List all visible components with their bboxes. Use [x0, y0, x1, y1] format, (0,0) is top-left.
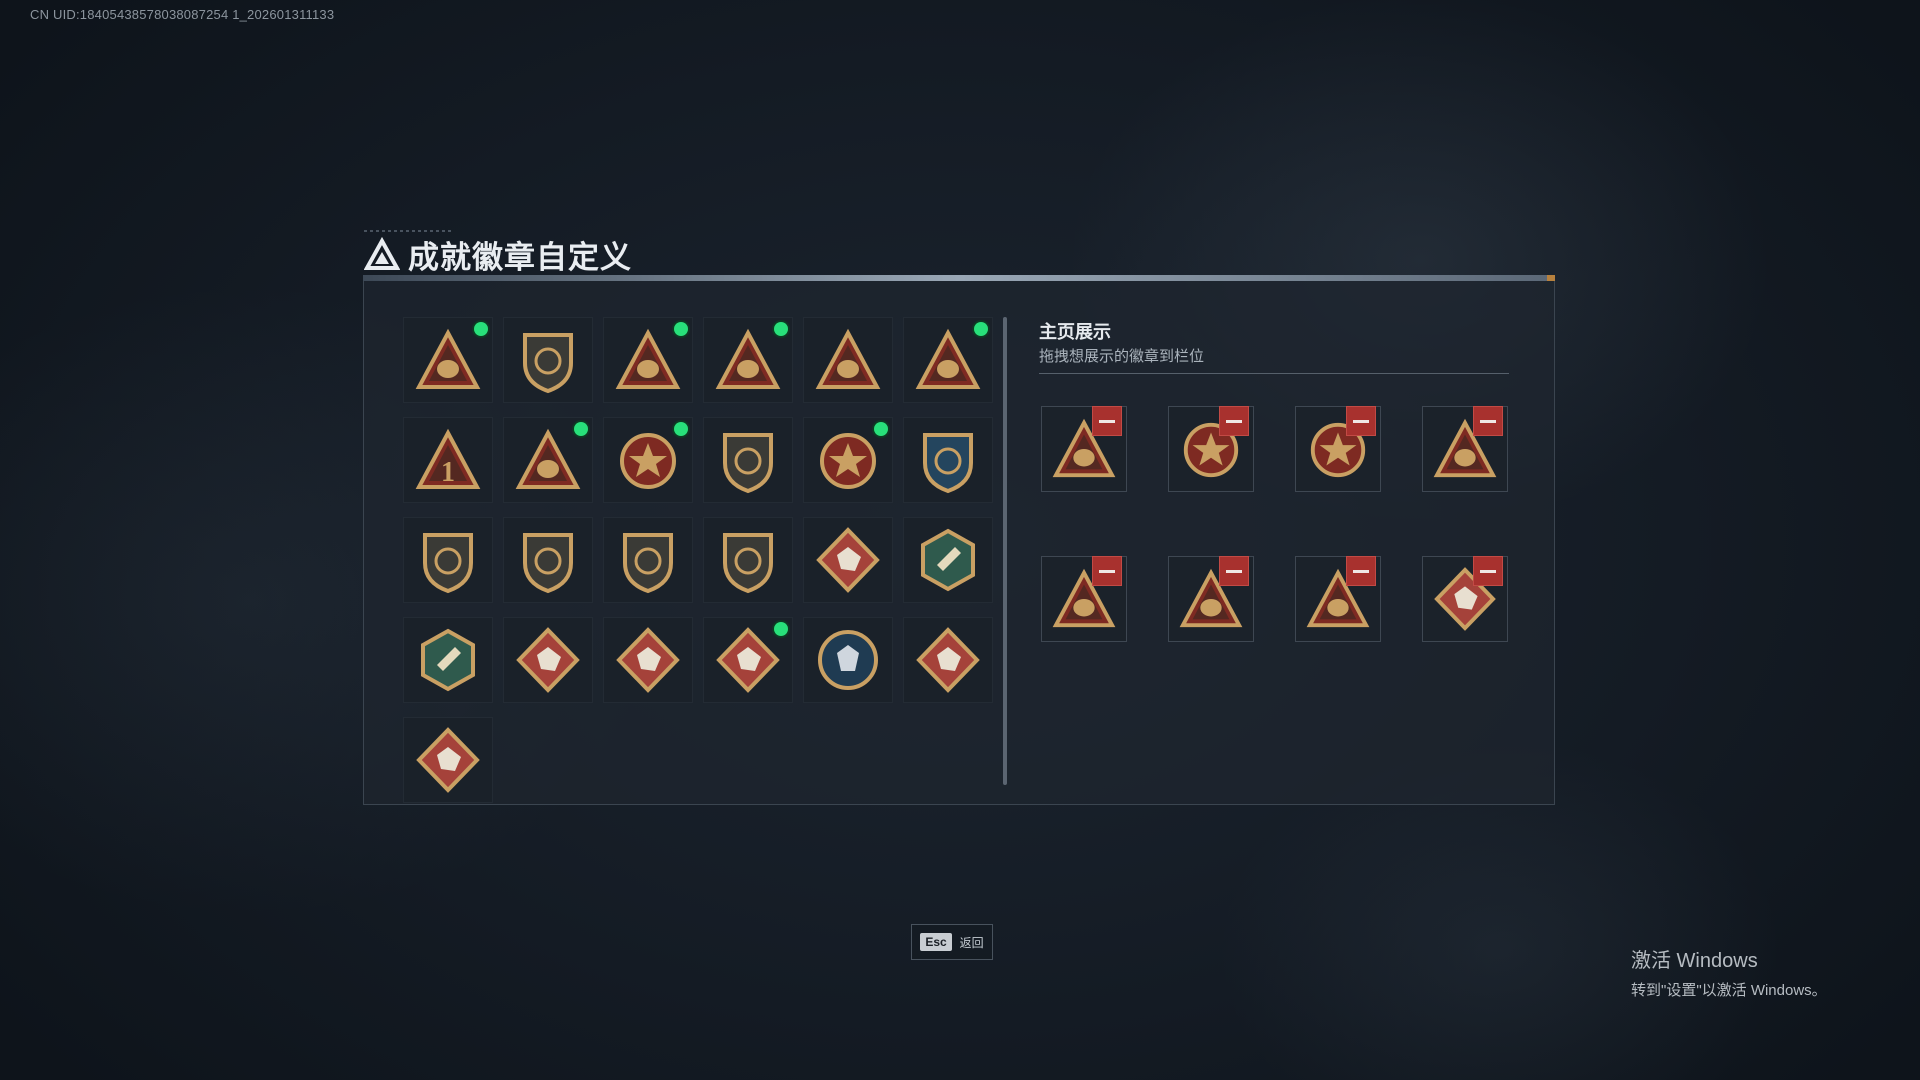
badge-slot[interactable]: 1	[403, 417, 493, 503]
badge-grid: 1	[403, 317, 999, 803]
horse-diamond-badge-icon	[916, 627, 980, 693]
remove-badge-button[interactable]	[1219, 556, 1249, 586]
badge-slot[interactable]	[503, 517, 593, 603]
remove-badge-button[interactable]	[1092, 556, 1122, 586]
remove-badge-button[interactable]	[1092, 406, 1122, 436]
rifle-shield-3-badge-icon	[623, 533, 673, 594]
crosshair-shield-blue-badge-icon	[923, 433, 973, 494]
wolf-diamond-badge-icon	[816, 527, 880, 593]
display-slot[interactable]	[1295, 556, 1381, 642]
badge-slot[interactable]	[703, 417, 793, 503]
wasp-hexagon-badge-icon	[921, 528, 975, 592]
watermark-line1: 激活 Windows	[1631, 950, 1758, 972]
new-indicator-dot	[874, 422, 888, 436]
back-button[interactable]: Esc 返回	[911, 924, 993, 960]
windows-activation-watermark: 激活 Windows 转到"设置"以激活 Windows。	[1631, 944, 1827, 1000]
page-title: 成就徽章自定义	[408, 240, 632, 275]
number-1-triangle-badge-icon: 1	[415, 428, 481, 489]
badge-slot[interactable]	[403, 517, 493, 603]
display-slot[interactable]	[1422, 406, 1508, 492]
new-indicator-dot	[474, 322, 488, 336]
new-indicator-dot	[674, 422, 688, 436]
grenade-hexagon-badge-icon	[421, 628, 475, 692]
page-header: 成就徽章自定义	[364, 232, 632, 277]
badge-slot[interactable]	[903, 317, 993, 403]
scrollbar[interactable]	[1003, 317, 1007, 785]
remove-badge-button[interactable]	[1346, 406, 1376, 436]
remove-badge-button[interactable]	[1346, 556, 1376, 586]
tank-triangle-badge-icon	[915, 328, 981, 389]
shield-triangle-badge-icon	[415, 328, 481, 389]
svg-text:1: 1	[441, 457, 455, 488]
bear-shield-badge-icon	[723, 433, 773, 494]
rifle-shield-badge-icon	[423, 533, 473, 594]
badge-slot[interactable]	[903, 517, 993, 603]
showcase-divider	[1039, 373, 1509, 374]
new-indicator-dot	[574, 422, 588, 436]
badge-slot[interactable]	[903, 417, 993, 503]
new-indicator-dot	[674, 322, 688, 336]
uid-text: CN UID:18405438578038087254 1_2026013111…	[30, 7, 335, 22]
showcase-title: 主页展示	[1039, 322, 1111, 342]
display-slot[interactable]	[1422, 556, 1508, 642]
badge-slot[interactable]	[503, 417, 593, 503]
badge-slot[interactable]	[703, 517, 793, 603]
rifle-shield-2-badge-icon	[523, 533, 573, 594]
new-indicator-dot	[774, 622, 788, 636]
remove-badge-button[interactable]	[1473, 406, 1503, 436]
box-triangle-badge-icon	[515, 428, 581, 489]
badge-slot[interactable]	[803, 617, 893, 703]
badge-slot[interactable]	[403, 617, 493, 703]
badge-slot[interactable]	[603, 617, 693, 703]
skill-diamond-badge-icon	[416, 727, 480, 793]
display-slot[interactable]	[1295, 406, 1381, 492]
showcase-subtitle: 拖拽想展示的徽章到栏位	[1039, 348, 1205, 365]
badge-slot[interactable]	[903, 617, 993, 703]
badge-slot[interactable]	[803, 317, 893, 403]
panel-top-border	[363, 275, 1555, 281]
remove-badge-button[interactable]	[1473, 556, 1503, 586]
badge-slot[interactable]	[403, 317, 493, 403]
radar-triangle-badge-icon	[615, 328, 681, 389]
badge-slot[interactable]	[503, 617, 593, 703]
back-label: 返回	[959, 935, 984, 950]
helicopter-shield-badge-icon	[523, 333, 573, 394]
remove-badge-button[interactable]	[1219, 406, 1249, 436]
badge-slot[interactable]	[803, 517, 893, 603]
badge-slot[interactable]	[703, 317, 793, 403]
backpack-55-triangle-badge-icon	[715, 328, 781, 389]
new-indicator-dot	[974, 322, 988, 336]
new-indicator-dot	[774, 322, 788, 336]
esc-key: Esc	[920, 933, 952, 951]
display-slot[interactable]	[1168, 406, 1254, 492]
display-slot[interactable]	[1041, 406, 1127, 492]
badge-slot[interactable]	[703, 617, 793, 703]
bull-56-triangle-badge-icon	[815, 328, 881, 389]
badge-slot[interactable]	[503, 317, 593, 403]
star-medal-badge-icon	[620, 433, 676, 489]
dragon-diamond-badge-icon	[516, 627, 580, 693]
stars-crest-badge-icon	[820, 433, 876, 489]
badge-slot[interactable]	[603, 517, 693, 603]
badge-slot[interactable]	[603, 417, 693, 503]
badge-slot[interactable]	[603, 317, 693, 403]
dragon-diamond-2-badge-icon	[616, 627, 680, 693]
wolf-circle-badge-icon	[818, 630, 878, 690]
runner-diamond-badge-icon	[716, 627, 780, 693]
badge-slot[interactable]	[403, 717, 493, 803]
watermark-line2: 转到"设置"以激活 Windows。	[1631, 982, 1827, 999]
badge-slot[interactable]	[803, 417, 893, 503]
display-slot[interactable]	[1041, 556, 1127, 642]
display-slot[interactable]	[1168, 556, 1254, 642]
crosshair-shield-gold-badge-icon	[723, 533, 773, 594]
triangle-logo-icon	[364, 236, 400, 270]
